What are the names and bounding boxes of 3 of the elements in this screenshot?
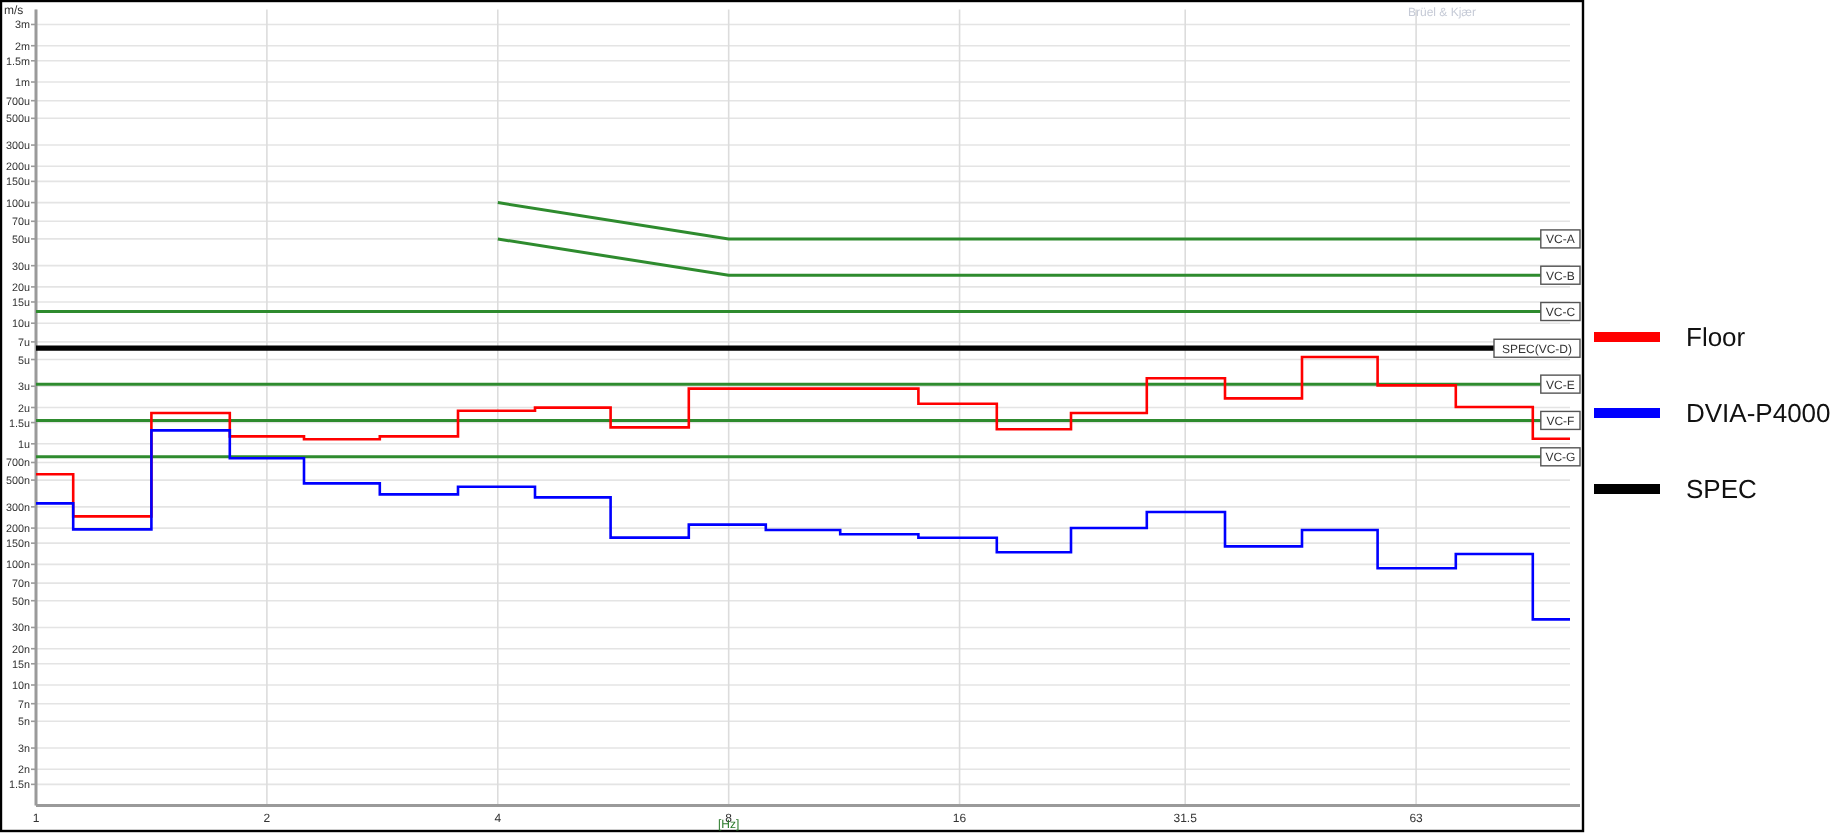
legend-label: DVIA-P4000 xyxy=(1686,397,1831,427)
legend-label: SPEC xyxy=(1686,473,1757,503)
legend-label: Floor xyxy=(1686,321,1746,351)
